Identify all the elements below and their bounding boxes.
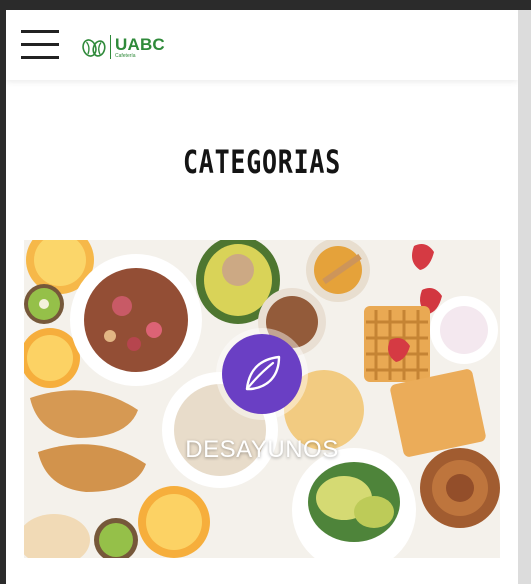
logo-subtitle: Cafetería bbox=[115, 52, 136, 59]
hamburger-menu-icon[interactable] bbox=[21, 30, 59, 60]
logo-divider bbox=[110, 35, 111, 59]
top-header: UABC Cafetería bbox=[6, 10, 518, 80]
scrollbar-track[interactable] bbox=[518, 10, 531, 584]
coffee-beans-icon bbox=[82, 39, 106, 57]
category-icon-badge bbox=[222, 334, 302, 414]
page: UABC Cafetería CATEGORIAS DESAYUNOS bbox=[6, 10, 518, 584]
logo-title: UABC bbox=[115, 34, 165, 54]
brand-logo[interactable]: UABC Cafetería bbox=[81, 34, 165, 60]
category-card-desayunos[interactable]: DESAYUNOS bbox=[24, 240, 500, 558]
logo-text: UABC Cafetería bbox=[115, 36, 165, 59]
page-title: CATEGORIAS bbox=[182, 143, 342, 181]
leaf-icon bbox=[245, 355, 281, 391]
category-label: DESAYUNOS bbox=[185, 436, 339, 463]
